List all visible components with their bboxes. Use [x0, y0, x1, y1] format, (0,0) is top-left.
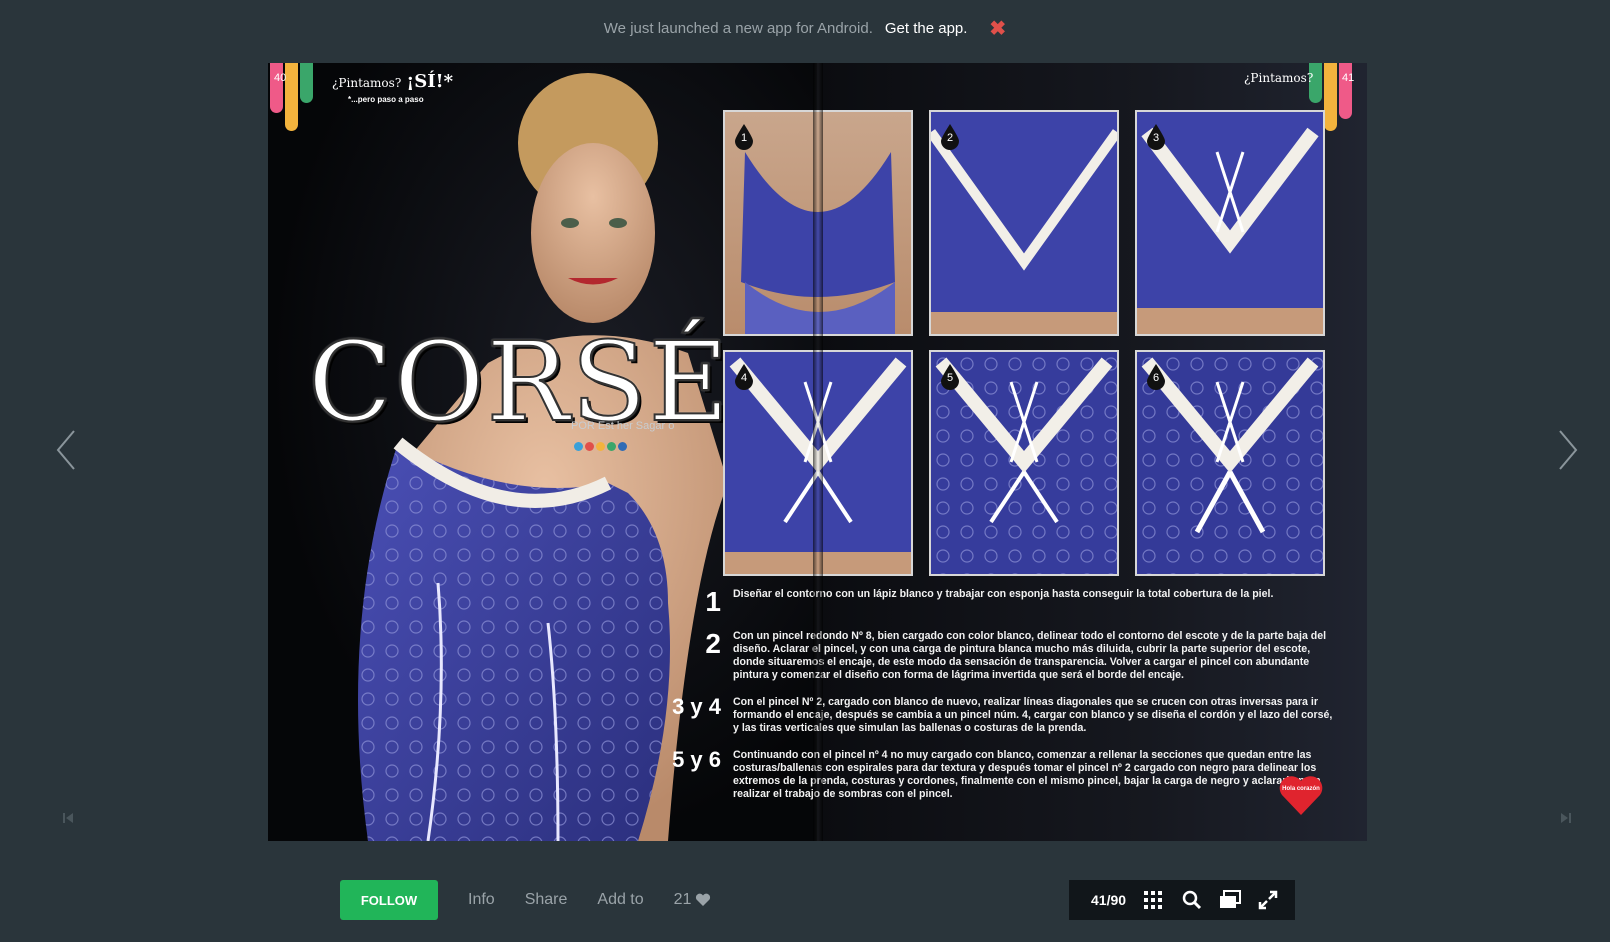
chevron-right-icon	[1559, 430, 1578, 470]
heart-icon	[696, 893, 711, 906]
instruction-number: 5 y 6	[672, 747, 721, 772]
search-icon[interactable]	[1181, 889, 1203, 911]
follow-button[interactable]: FOLLOW	[340, 880, 438, 920]
step-photo-3: 3	[1135, 110, 1325, 336]
skip-last-icon	[1561, 813, 1571, 823]
banner-message: We just launched a new app for Android.	[603, 19, 873, 37]
get-app-link[interactable]: Get the app.	[885, 20, 968, 37]
step-number: 4	[740, 372, 748, 384]
app-banner: We just launched a new app for Android. …	[0, 0, 1610, 56]
chevron-left-icon	[56, 430, 75, 470]
step-photo-2: 2	[929, 110, 1119, 336]
magazine-tag-right: ¿Pintamos?	[1244, 71, 1314, 85]
step-marker: 1	[735, 124, 753, 150]
byline-dot	[618, 442, 627, 451]
grid-icon[interactable]	[1142, 889, 1164, 911]
step-photo-6: 6	[1135, 350, 1325, 576]
instruction-number: 2	[705, 628, 721, 659]
step-number: 6	[1152, 372, 1160, 384]
instruction-text: Con un pincel redondo Nº 8, bien cargado…	[733, 630, 1327, 681]
byline-dot	[596, 442, 605, 451]
step-marker: 2	[941, 124, 959, 150]
first-page-button[interactable]	[60, 810, 76, 826]
step-number: 5	[946, 372, 954, 384]
instruction-item: 3 y 4 Con el pincel Nº 2, cargado con bl…	[663, 696, 1338, 735]
footer-actions: FOLLOW Info Share Add to 21	[340, 880, 711, 920]
instruction-text: Con el pincel Nº 2, cargado con blanco d…	[733, 696, 1333, 734]
heart-logo-icon	[1279, 776, 1323, 815]
pages-icon[interactable]	[1219, 889, 1241, 911]
left-page-number: 40	[274, 72, 287, 84]
last-page-button[interactable]	[1558, 810, 1574, 826]
step-marker: 4	[735, 364, 753, 390]
step-number: 2	[946, 132, 954, 144]
byline-dot	[607, 442, 616, 451]
hola-corazon-logo: Hola corazón	[1278, 773, 1324, 817]
instruction-item: 5 y 6 Continuando con el pincel nº 4 no …	[663, 749, 1338, 801]
step-marker: 6	[1147, 364, 1165, 390]
step-marker: 3	[1147, 124, 1165, 150]
instruction-text: Continuando con el pincel nº 4 no muy ca…	[733, 749, 1321, 800]
instructions-list: 1 Diseñar el contorno con un lápiz blanc…	[663, 588, 1338, 815]
byline-dot	[585, 442, 594, 451]
step-marker: 5	[941, 364, 959, 390]
heart-logo-label: Hola corazón	[1282, 786, 1320, 792]
byline-dots	[574, 442, 627, 451]
step-number: 1	[740, 132, 748, 144]
skip-first-icon	[63, 813, 73, 823]
right-page-number: 41	[1342, 72, 1355, 84]
likes-count: 21	[673, 891, 692, 908]
step-photo-5: 5	[929, 350, 1119, 576]
info-link[interactable]: Info	[468, 891, 495, 909]
share-link[interactable]: Share	[525, 891, 568, 909]
byline-dot	[574, 442, 583, 451]
instruction-number: 3 y 4	[672, 694, 721, 719]
next-page-button[interactable]	[1552, 425, 1582, 475]
page-indicator: 41/90	[1091, 892, 1127, 908]
instruction-item: 1 Diseñar el contorno con un lápiz blanc…	[663, 588, 1338, 616]
instruction-text: Diseñar el contorno con un lápiz blanco …	[733, 588, 1274, 600]
prev-page-button[interactable]	[52, 425, 82, 475]
instruction-item: 2 Con un pincel redondo Nº 8, bien carga…	[663, 630, 1338, 682]
like-button[interactable]: 21	[674, 891, 712, 909]
fullscreen-icon[interactable]	[1257, 889, 1279, 911]
magazine-spread[interactable]: 40 ¿Pintamos? ¡SÍ!* *...pero paso a paso…	[268, 63, 1367, 841]
article-byline: POR Est her Sagar o	[571, 420, 675, 432]
instruction-number: 1	[705, 586, 721, 617]
page-fold	[813, 63, 823, 841]
step-number: 3	[1152, 132, 1160, 144]
add-to-link[interactable]: Add to	[597, 891, 643, 909]
viewer-toolbar: 41/90	[1069, 880, 1295, 920]
close-icon[interactable]: ✖	[989, 16, 1006, 41]
